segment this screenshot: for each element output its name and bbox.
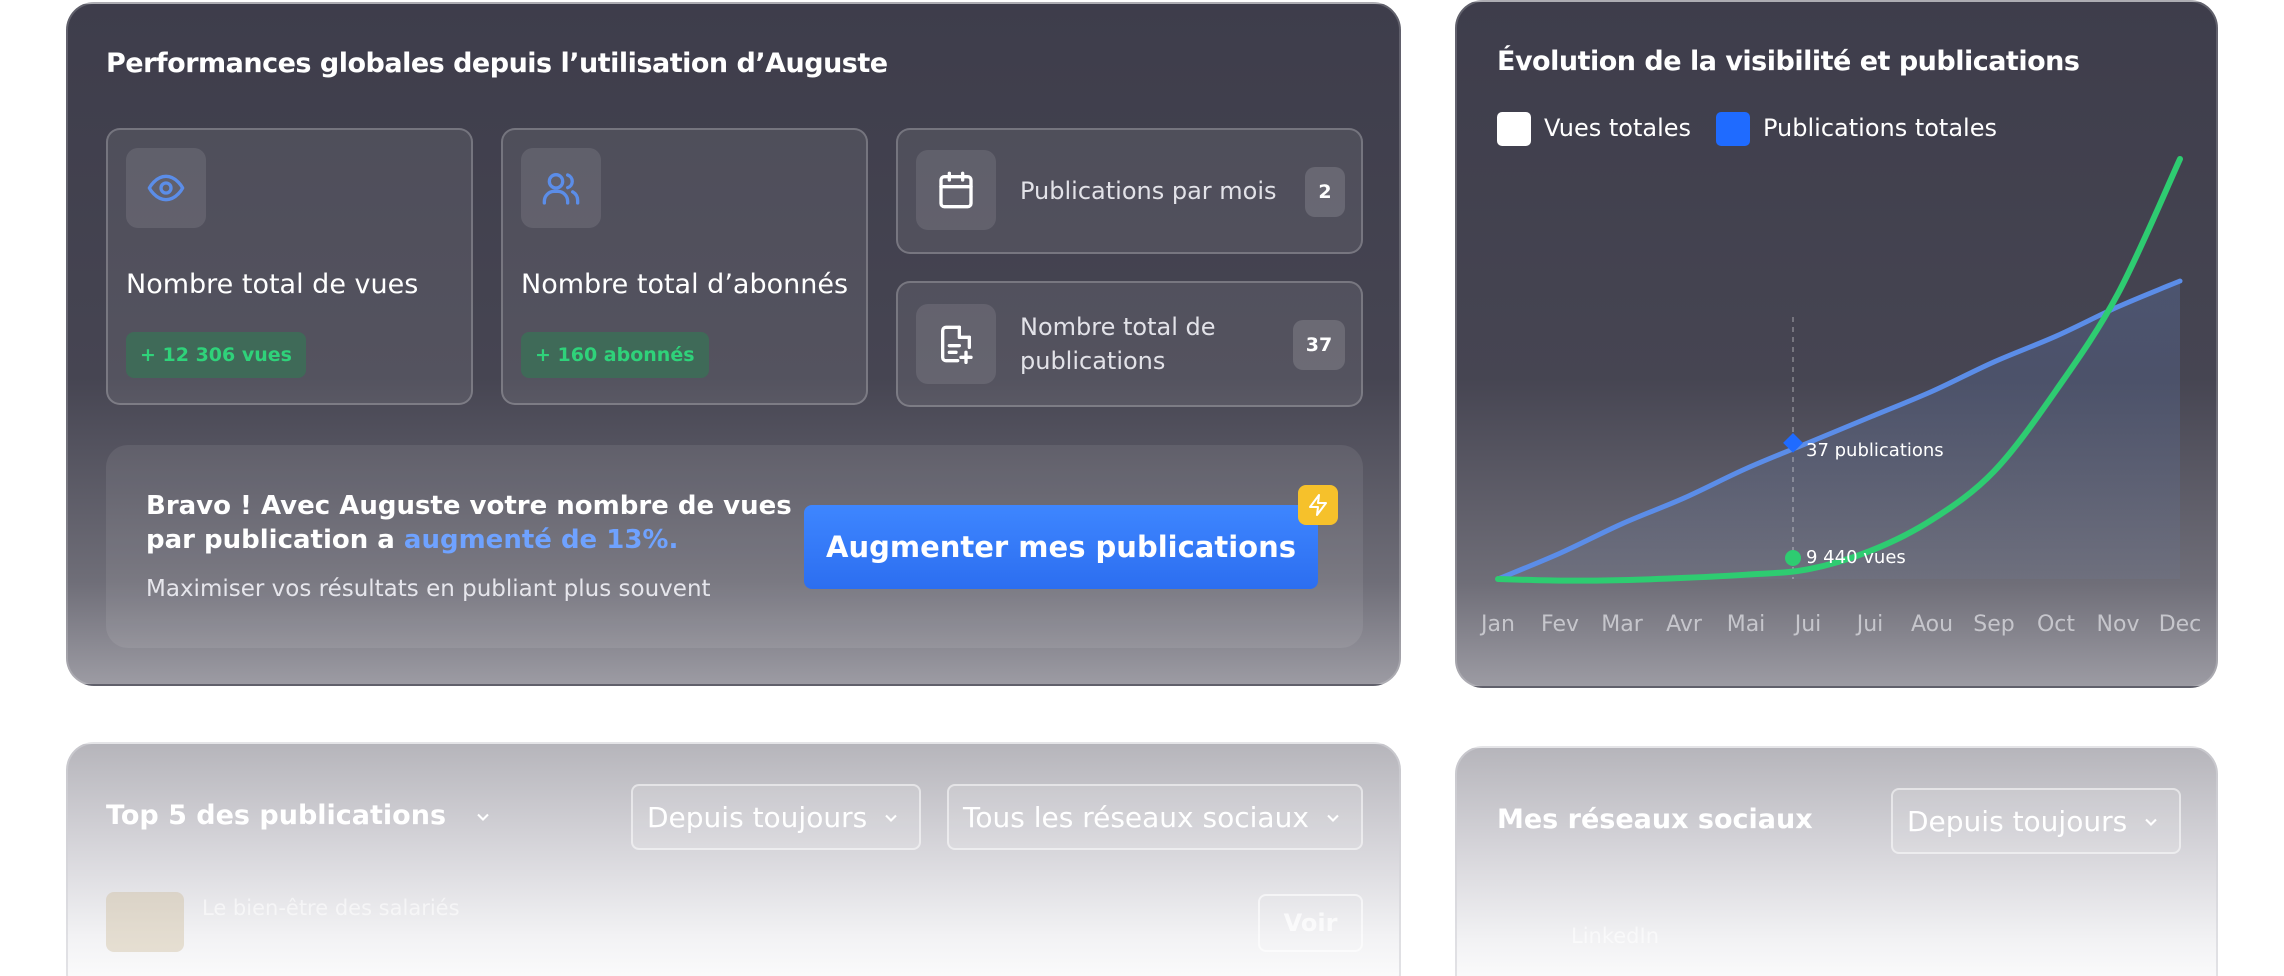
total-views-card: Nombre total de vues + 12 306 vues (106, 128, 473, 405)
promo-headline: Bravo ! Avec Auguste votre nombre de vue… (146, 489, 796, 557)
highlight-point-views[interactable] (1785, 550, 1801, 566)
chevron-down-icon (477, 813, 490, 821)
total-publications-card: Nombre total de publications 37 (896, 281, 1363, 407)
performance-title: Performances globales depuis l’utilisati… (106, 48, 888, 79)
chevron-down-icon (2145, 818, 2157, 826)
x-tick-label: Dec (2158, 612, 2202, 637)
total-views-label: Nombre total de vues (126, 269, 419, 300)
x-tick-label: Jui (1794, 612, 1822, 637)
chart-card: Évolution de la visibilité et publicatio… (1455, 0, 2218, 688)
lightning-icon (1309, 494, 1327, 516)
x-tick-label: Nov (2096, 612, 2140, 637)
document-icon-tile (916, 304, 996, 384)
evolution-chart (1495, 156, 2183, 584)
total-publications-label: Nombre total de publications (1020, 313, 1216, 375)
total-followers-card: Nombre total d’abonnés + 160 abonnés (501, 128, 868, 405)
promo-subtext: Maximiser vos résultats en publiant plus… (146, 576, 711, 602)
x-tick-label: Jui (1856, 612, 1884, 637)
promo-headline-highlight: augmenté de 13%. (403, 525, 679, 555)
views-icon-tile (126, 148, 206, 228)
top-posts-network-dropdown[interactable]: Tous les réseaux sociaux (947, 784, 1363, 850)
top-posts-title-text: Top 5 des publications (106, 800, 447, 831)
view-post-label: Voir (1283, 909, 1338, 937)
social-period-value: Depuis toujours (1907, 804, 2128, 838)
followers-delta-badge: + 160 abonnés (521, 332, 709, 378)
publications-per-month-value: 2 (1305, 167, 1345, 217)
social-title: Mes réseaux sociaux (1497, 804, 1813, 835)
x-tick-label: Jan (1481, 612, 1515, 637)
top-posts-card: Top 5 des publications Depuis toujours T… (66, 742, 1401, 976)
performance-card: Performances globales depuis l’utilisati… (66, 2, 1401, 686)
social-networks-card: Mes réseaux sociaux Depuis toujours Link… (1455, 746, 2218, 976)
post-title[interactable]: Le bien-être des salariés (202, 896, 460, 920)
calendar-icon-tile (916, 150, 996, 230)
followers-icon-tile (521, 148, 601, 228)
views-delta-badge: + 12 306 vues (126, 332, 306, 378)
views-annotation: 9 440 vues (1806, 547, 1906, 568)
top-posts-period-dropdown[interactable]: Depuis toujours (631, 784, 921, 850)
promo-banner: Bravo ! Avec Auguste votre nombre de vue… (106, 445, 1363, 648)
view-post-button[interactable]: Voir (1258, 894, 1363, 952)
x-tick-label: Aou (1910, 612, 1954, 637)
x-tick-label: Fev (1540, 612, 1580, 637)
publications-annotation: 37 publications (1806, 440, 1944, 461)
x-tick-label: Mai (1726, 612, 1766, 637)
document-add-icon (941, 325, 973, 364)
increase-publications-button[interactable]: Augmenter mes publications (804, 505, 1318, 589)
x-tick-label: Mar (1601, 612, 1643, 637)
publications-per-month-card: Publications par mois 2 (896, 128, 1363, 254)
social-period-dropdown[interactable]: Depuis toujours (1891, 788, 2181, 854)
calendar-icon (939, 171, 973, 209)
eye-icon (147, 174, 185, 202)
x-tick-label: Oct (2036, 612, 2076, 637)
x-tick-label: Avr (1666, 612, 1702, 637)
publications-per-month-label: Publications par mois (1020, 177, 1277, 205)
social-network-item[interactable]: LinkedIn (1571, 924, 1659, 948)
chevron-down-icon (1327, 814, 1339, 822)
total-followers-label: Nombre total d’abonnés (521, 269, 849, 300)
top-posts-title[interactable]: Top 5 des publications (106, 800, 493, 831)
users-icon (542, 173, 580, 205)
top-posts-period-value: Depuis toujours (647, 800, 868, 834)
x-tick-label: Sep (1973, 612, 2015, 637)
total-publications-value: 37 (1293, 320, 1345, 370)
lightning-badge (1298, 485, 1338, 525)
post-thumbnail (106, 892, 184, 952)
chevron-down-icon (885, 814, 897, 822)
top-posts-network-value: Tous les réseaux sociaux (963, 800, 1309, 834)
